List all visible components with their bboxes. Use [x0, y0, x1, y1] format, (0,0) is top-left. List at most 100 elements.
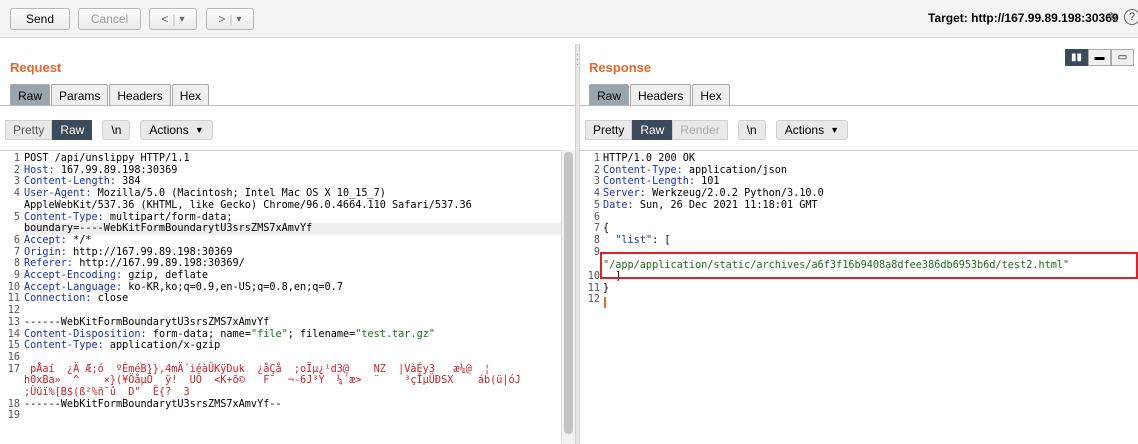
code-line: ------WebKitFormBoundarytU3srsZMS7xAmvYf… — [24, 399, 282, 411]
code-token: gzip, deflate — [128, 270, 209, 281]
code-token: } — [603, 282, 610, 294]
code-line: Referer: http://167.99.89.198:30369/ — [24, 258, 245, 270]
code-token: Content-Type: — [603, 164, 689, 176]
line-number: 9 — [13, 270, 20, 281]
request-scrollbar[interactable] — [561, 150, 575, 444]
code-token: boundary=----WebKitFormBoundarytU3srsZMS… — [24, 223, 313, 235]
line-number: 8 — [593, 234, 600, 246]
back-arrow-icon: < — [161, 12, 169, 26]
code-token: pÅaí ¿Ä Æ;ó ºÈméB}},4mÄ´iéàÜKÿDuk ¿åÇå ;… — [24, 363, 491, 375]
send-button[interactable]: Send — [10, 8, 70, 30]
layout-columns-icon[interactable]: ▮▮ — [1065, 49, 1088, 66]
line-number: 1 — [13, 153, 20, 164]
request-tabs: Raw Params Headers Hex — [10, 84, 210, 106]
response-title: Response — [589, 60, 652, 75]
layout-rows-icon[interactable]: ▬ — [1088, 49, 1111, 66]
actions-label: Actions — [149, 123, 189, 137]
code-line: Date: Sun, 26 Dec 2021 11:18:01 GMT — [603, 200, 818, 212]
line-number: 2 — [13, 164, 20, 176]
response-tab-hex[interactable]: Hex — [692, 84, 730, 106]
code-token: 101 — [701, 176, 720, 188]
request-tab-params[interactable]: Params — [51, 84, 109, 106]
code-line: "list": [ — [603, 234, 670, 247]
code-token: ; filename= — [287, 328, 356, 340]
request-tab-raw[interactable]: Raw — [10, 84, 51, 106]
code-line: POST /api/unslippy HTTP/1.1 — [24, 153, 190, 165]
code-token: form-data; name= — [152, 328, 251, 340]
code-token: HTTP/1.0 200 OK — [603, 153, 696, 164]
request-newline-toggle[interactable]: \n — [102, 120, 131, 140]
line-number: 15 — [7, 340, 20, 352]
request-actions-button[interactable]: Actions ▼ — [140, 120, 213, 140]
code-line: HTTP/1.0 200 OK — [603, 153, 695, 165]
code-token: Werkzeug/2.0.2 Python/3.10.0 — [652, 188, 824, 200]
response-pretty-toggle[interactable]: Pretty — [585, 120, 633, 140]
cancel-button[interactable]: Cancel — [78, 8, 141, 30]
request-raw-toggle[interactable]: Raw — [52, 120, 93, 140]
request-view-bar: Pretty Raw \n Actions ▼ — [5, 119, 213, 141]
code-token: AppleWebKit/537.36 (KHTML, like Gecko) C… — [24, 199, 472, 211]
code-token: Content-Type: — [24, 211, 110, 223]
code-token: application/x-gzip — [109, 340, 221, 352]
line-number: 18 — [7, 398, 20, 410]
code-line: Content-Disposition: form-data; name="fi… — [24, 329, 435, 341]
code-line: Content-Length: 384 — [24, 176, 141, 188]
line-number: 3 — [593, 176, 600, 188]
text-caret — [604, 297, 606, 308]
code-line: Content-Length: 101 — [603, 176, 720, 188]
response-tab-raw[interactable]: Raw — [589, 84, 630, 106]
line-number: 10 — [7, 281, 20, 293]
code-token: "list" — [615, 234, 653, 246]
code-token: Content-Length: — [24, 176, 123, 188]
line-number: 2 — [593, 164, 600, 176]
help-icon[interactable]: ? — [1124, 9, 1138, 25]
line-number: 9 — [593, 246, 600, 258]
code-token: Connection: — [24, 293, 98, 305]
response-actions-button[interactable]: Actions ▼ — [775, 120, 849, 140]
request-pretty-toggle[interactable]: Pretty — [5, 120, 53, 140]
back-button[interactable]: < | ▾ — [149, 8, 197, 30]
line-number: 4 — [13, 188, 20, 200]
response-render-toggle[interactable]: Render — [672, 120, 728, 140]
request-editor[interactable]: 1 2 3 4 5 6 7 8 9 10 11 12 13 14 15 16 17 18 19 POST /api/… — [0, 150, 561, 444]
line-number: 16 — [7, 351, 20, 363]
code-line: Origin: http://167.99.89.198:30369 — [24, 247, 233, 259]
highlight-annotation-box — [600, 252, 1138, 279]
request-tab-hex[interactable]: Hex — [171, 84, 210, 106]
code-token: "test.tar.gz" — [355, 328, 435, 340]
request-tab-headers[interactable]: Headers — [109, 84, 171, 106]
code-token: h0xBa» ^ ×}(¥ÖåµÖ ÿ! UÕ <K+õ© F¯ ¬-6J³Y … — [24, 375, 521, 387]
code-token: multipart/form-data; — [109, 211, 233, 223]
line-number: 8 — [13, 258, 20, 270]
line-number: 12 — [587, 294, 600, 306]
forward-button[interactable]: > | ▾ — [206, 8, 254, 30]
response-tab-headers[interactable]: Headers — [630, 84, 692, 106]
code-line: boundary=----WebKitFormBoundarytU3srsZMS… — [24, 223, 561, 235]
response-raw-toggle[interactable]: Raw — [632, 120, 673, 140]
chevron-down-icon: ▼ — [194, 125, 204, 135]
code-token: 384 — [122, 176, 141, 188]
response-newline-toggle[interactable]: \n — [737, 120, 766, 140]
code-token: ------WebKitFormBoundarytU3srsZMS7xAmvYf — [24, 316, 270, 328]
code-token: Date: — [603, 199, 640, 211]
line-number: 14 — [7, 328, 20, 340]
code-line: pÅaí ¿Ä Æ;ó ºÈméB}},4mÄ´iéàÜKÿDuk ¿åÇå ;… — [24, 364, 490, 376]
chevron-down-icon: ▾ — [236, 13, 242, 25]
forward-arrow-icon: > — [218, 12, 226, 26]
line-number: 13 — [7, 316, 20, 328]
code-line: Connection: close — [24, 293, 128, 305]
code-token: */* — [73, 234, 92, 246]
line-number: 19 — [7, 410, 20, 422]
request-scrollbar-thumb[interactable] — [564, 152, 573, 434]
line-number: 6 — [593, 211, 600, 223]
line-number: 4 — [593, 188, 600, 200]
code-line: Accept-Encoding: gzip, deflate — [24, 270, 208, 282]
response-editor[interactable]: 1 2 3 4 5 6 7 8 9 10 11 12 HTTP/1.0 200 OK Content-T… — [580, 150, 1138, 444]
code-token: close — [97, 293, 129, 305]
code-token: User-Agent: — [24, 188, 98, 200]
line-number: 7 — [13, 246, 20, 258]
edit-pencil-icon[interactable]: ✎ — [1107, 9, 1120, 27]
layout-single-icon[interactable]: ▭ — [1111, 49, 1134, 66]
code-token: Accept-Encoding: — [24, 270, 129, 281]
